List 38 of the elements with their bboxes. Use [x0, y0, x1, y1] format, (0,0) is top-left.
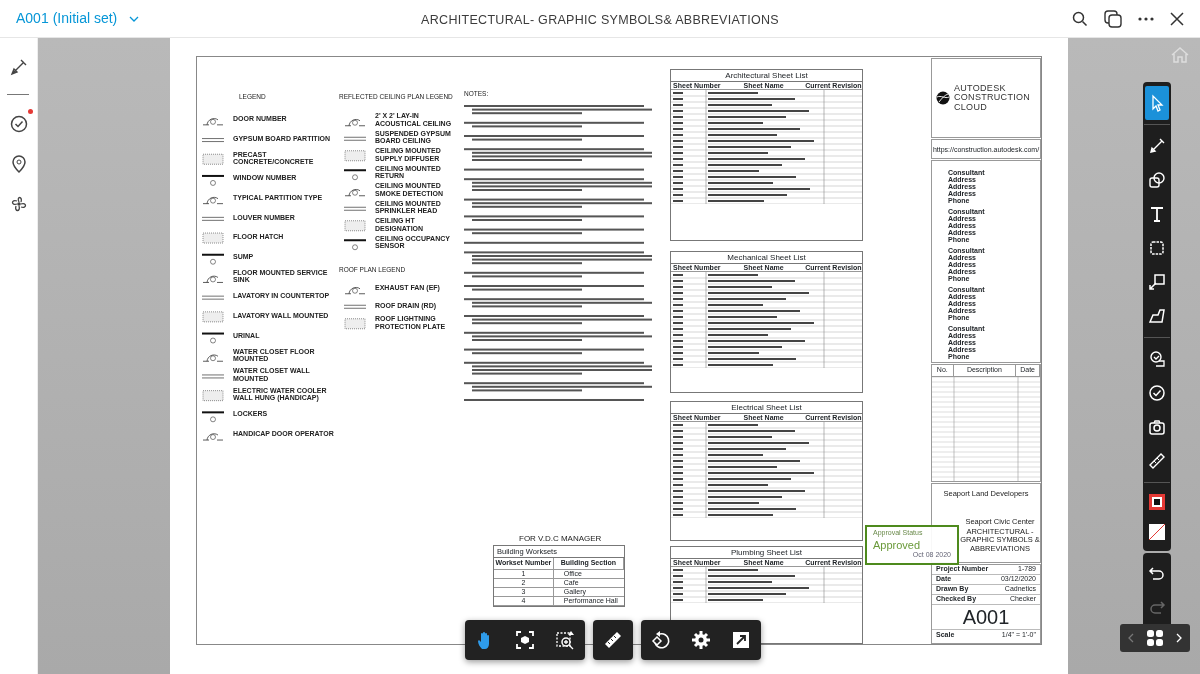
settings-icon — [691, 630, 711, 650]
list-title: Electrical Sheet List — [671, 402, 862, 414]
polygon-icon — [1147, 306, 1167, 326]
cloud-icon — [1147, 238, 1167, 258]
pen-icon — [1147, 136, 1167, 156]
check-circle-icon — [1147, 383, 1167, 403]
check-circle-icon[interactable] — [8, 113, 29, 134]
compare-icon[interactable] — [1104, 9, 1122, 28]
logo-text: AUTODESK — [954, 83, 1007, 94]
shapes-icon — [1147, 170, 1167, 190]
fullscreen-icon — [731, 630, 751, 650]
callout-icon — [1147, 272, 1167, 292]
rotate-icon — [651, 630, 671, 650]
fit-view-icon — [515, 630, 535, 650]
camera-icon — [1147, 417, 1167, 437]
grid-icon[interactable] — [1146, 629, 1164, 647]
pointer-tool[interactable] — [1145, 86, 1169, 120]
globe-logo-icon — [936, 91, 950, 105]
stamp-icon — [1147, 349, 1167, 369]
sheet-title: ARCHITECTURAL- GRAPHIC SYMBOLS& ABBREVIATIONS — [421, 12, 779, 27]
table-title: FOR V.D.C MANAGER — [519, 533, 602, 545]
zoom-window-icon — [555, 630, 575, 650]
ruler-icon — [1147, 451, 1167, 471]
more-icon[interactable] — [1138, 16, 1154, 21]
sheet-number-large: A001 — [932, 605, 1040, 630]
ruler-icon — [603, 630, 623, 650]
sheet-number[interactable]: A001 — [16, 8, 49, 29]
stamp-status: Approved — [873, 538, 922, 551]
list-title: Mechanical Sheet List — [671, 252, 862, 264]
logo-text: CLOUD — [954, 102, 988, 113]
chevron-right-icon[interactable] — [1176, 633, 1182, 643]
search-icon[interactable] — [1072, 10, 1088, 27]
version-label[interactable]: (Initial set) — [52, 8, 118, 29]
close-icon[interactable] — [1170, 11, 1184, 26]
no-fill-swatch — [1148, 523, 1166, 541]
logo-text: CONSTRUCTION — [954, 93, 1031, 103]
list-title: Plumbing Sheet List — [671, 547, 862, 559]
list-title: Architectural Sheet List — [671, 70, 862, 82]
